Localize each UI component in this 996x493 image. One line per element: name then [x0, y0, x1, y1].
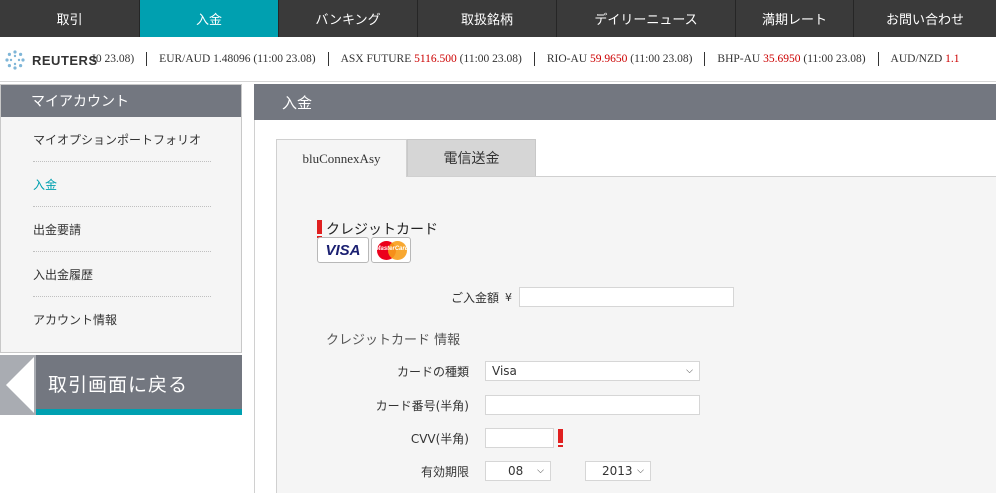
- page-title: 入金: [254, 84, 996, 120]
- sidebar-item-withdrawal-request[interactable]: 出金要請: [33, 207, 211, 252]
- ticker-item[interactable]: RIO-AU 59.9650 (11:00 23.08): [535, 52, 706, 66]
- ticker-items: I0 23.08) EUR/AUD 1.48096 (11:00 23.08) …: [92, 52, 972, 66]
- chevron-down-icon: ⌵: [537, 466, 544, 476]
- sidebar-menu: マイオプションポートフォリオ 入金 出金要請 入出金履歴 アカウント情報: [1, 117, 241, 342]
- deposit-method-tabs: bluConnexAsy 電信送金: [276, 139, 536, 177]
- expiry-label: 有効期限: [420, 464, 469, 479]
- card-number-label: カード番号(半角): [375, 398, 469, 413]
- cvv-row: CVV(半角): [277, 428, 563, 448]
- deposit-amount-input[interactable]: [519, 287, 734, 307]
- reuters-ticker: REUTERS I0 23.08) EUR/AUD 1.48096 (11:00…: [0, 37, 996, 82]
- expiry-row: 有効期限 08 ⌵ 2013 ⌵: [277, 461, 651, 481]
- nav-item-banking[interactable]: バンキング: [279, 0, 418, 37]
- chevron-down-icon: ⌵: [637, 466, 644, 476]
- chevron-down-icon: ⌵: [686, 366, 693, 376]
- back-arrow-icon: [6, 357, 34, 413]
- nav-item-instruments[interactable]: 取扱銘柄: [418, 0, 557, 37]
- nav-item-contact[interactable]: お問い合わせ: [854, 0, 996, 37]
- sidebar-item-account-info[interactable]: アカウント情報: [33, 297, 211, 342]
- sidebar-item-transaction-history[interactable]: 入出金履歴: [33, 252, 211, 297]
- amount-label: ご入金額: [450, 290, 499, 305]
- expiry-year-select[interactable]: 2013 ⌵: [585, 461, 651, 481]
- required-icon: [317, 220, 322, 238]
- card-type-row: カードの種類 Visa ⌵: [277, 361, 700, 381]
- sidebar-item-portfolio[interactable]: マイオプションポートフォリオ: [33, 117, 211, 162]
- sidebar-title: マイアカウント: [1, 85, 241, 117]
- ticker-item[interactable]: I0 23.08): [92, 52, 148, 66]
- nav-item-trade[interactable]: 取引: [0, 0, 140, 37]
- mastercard-icon: MasterCard: [371, 237, 411, 263]
- ticker-item[interactable]: ASX FUTURE 5116.500 (11:00 23.08): [329, 52, 535, 66]
- tab-bluconnexasy[interactable]: bluConnexAsy: [276, 139, 407, 177]
- cvv-input[interactable]: [485, 428, 554, 448]
- card-info-heading: クレジットカード 情報: [326, 333, 461, 348]
- cvv-label: CVV(半角): [410, 431, 469, 446]
- ticker-item[interactable]: AUD/NZD 1.1: [879, 52, 972, 66]
- back-arrow-box: [0, 355, 36, 415]
- my-account-sidebar: マイアカウント マイオプションポートフォリオ 入金 出金要請 入出金履歴 アカウ…: [0, 84, 242, 353]
- card-number-input[interactable]: [485, 395, 700, 415]
- nav-item-maturity-rate[interactable]: 満期レート: [736, 0, 854, 37]
- top-nav: 取引 入金 バンキング 取扱銘柄 デイリーニュース 満期レート お問い合わせ: [0, 0, 996, 37]
- yen-symbol: ¥: [505, 290, 512, 304]
- ticker-item[interactable]: BHP-AU 35.6950 (11:00 23.08): [705, 52, 879, 66]
- tab-wire-transfer[interactable]: 電信送金: [407, 139, 536, 177]
- accepted-cards: VISA MasterCard: [317, 237, 413, 263]
- reuters-logo-text: REUTERS: [32, 52, 98, 68]
- nav-item-daily-news[interactable]: デイリーニュース: [557, 0, 736, 37]
- card-type-label: カードの種類: [396, 364, 469, 379]
- visa-icon: VISA: [317, 237, 369, 263]
- back-button-label: 取引画面に戻る: [48, 374, 189, 396]
- reuters-logo: REUTERS: [4, 49, 98, 71]
- card-number-row: カード番号(半角): [277, 395, 700, 415]
- reuters-logo-icon: [5, 50, 25, 70]
- back-button-accent: [36, 409, 242, 415]
- back-to-trading-button[interactable]: 取引画面に戻る: [0, 355, 242, 415]
- main-content: bluConnexAsy 電信送金 クレジットカード VISA MasterCa…: [254, 120, 996, 493]
- credit-card-panel: クレジットカード VISA MasterCard ご入金額 ¥ クレジットカード…: [276, 176, 996, 493]
- required-icon: [558, 429, 563, 447]
- nav-item-deposit[interactable]: 入金: [140, 0, 279, 37]
- credit-card-heading: クレジットカード: [317, 219, 438, 239]
- sidebar-item-deposit[interactable]: 入金: [33, 162, 211, 207]
- expiry-month-select[interactable]: 08 ⌵: [485, 461, 551, 481]
- ticker-item[interactable]: EUR/AUD 1.48096 (11:00 23.08): [147, 52, 329, 66]
- card-type-select[interactable]: Visa ⌵: [485, 361, 700, 381]
- amount-row: ご入金額 ¥: [277, 287, 734, 307]
